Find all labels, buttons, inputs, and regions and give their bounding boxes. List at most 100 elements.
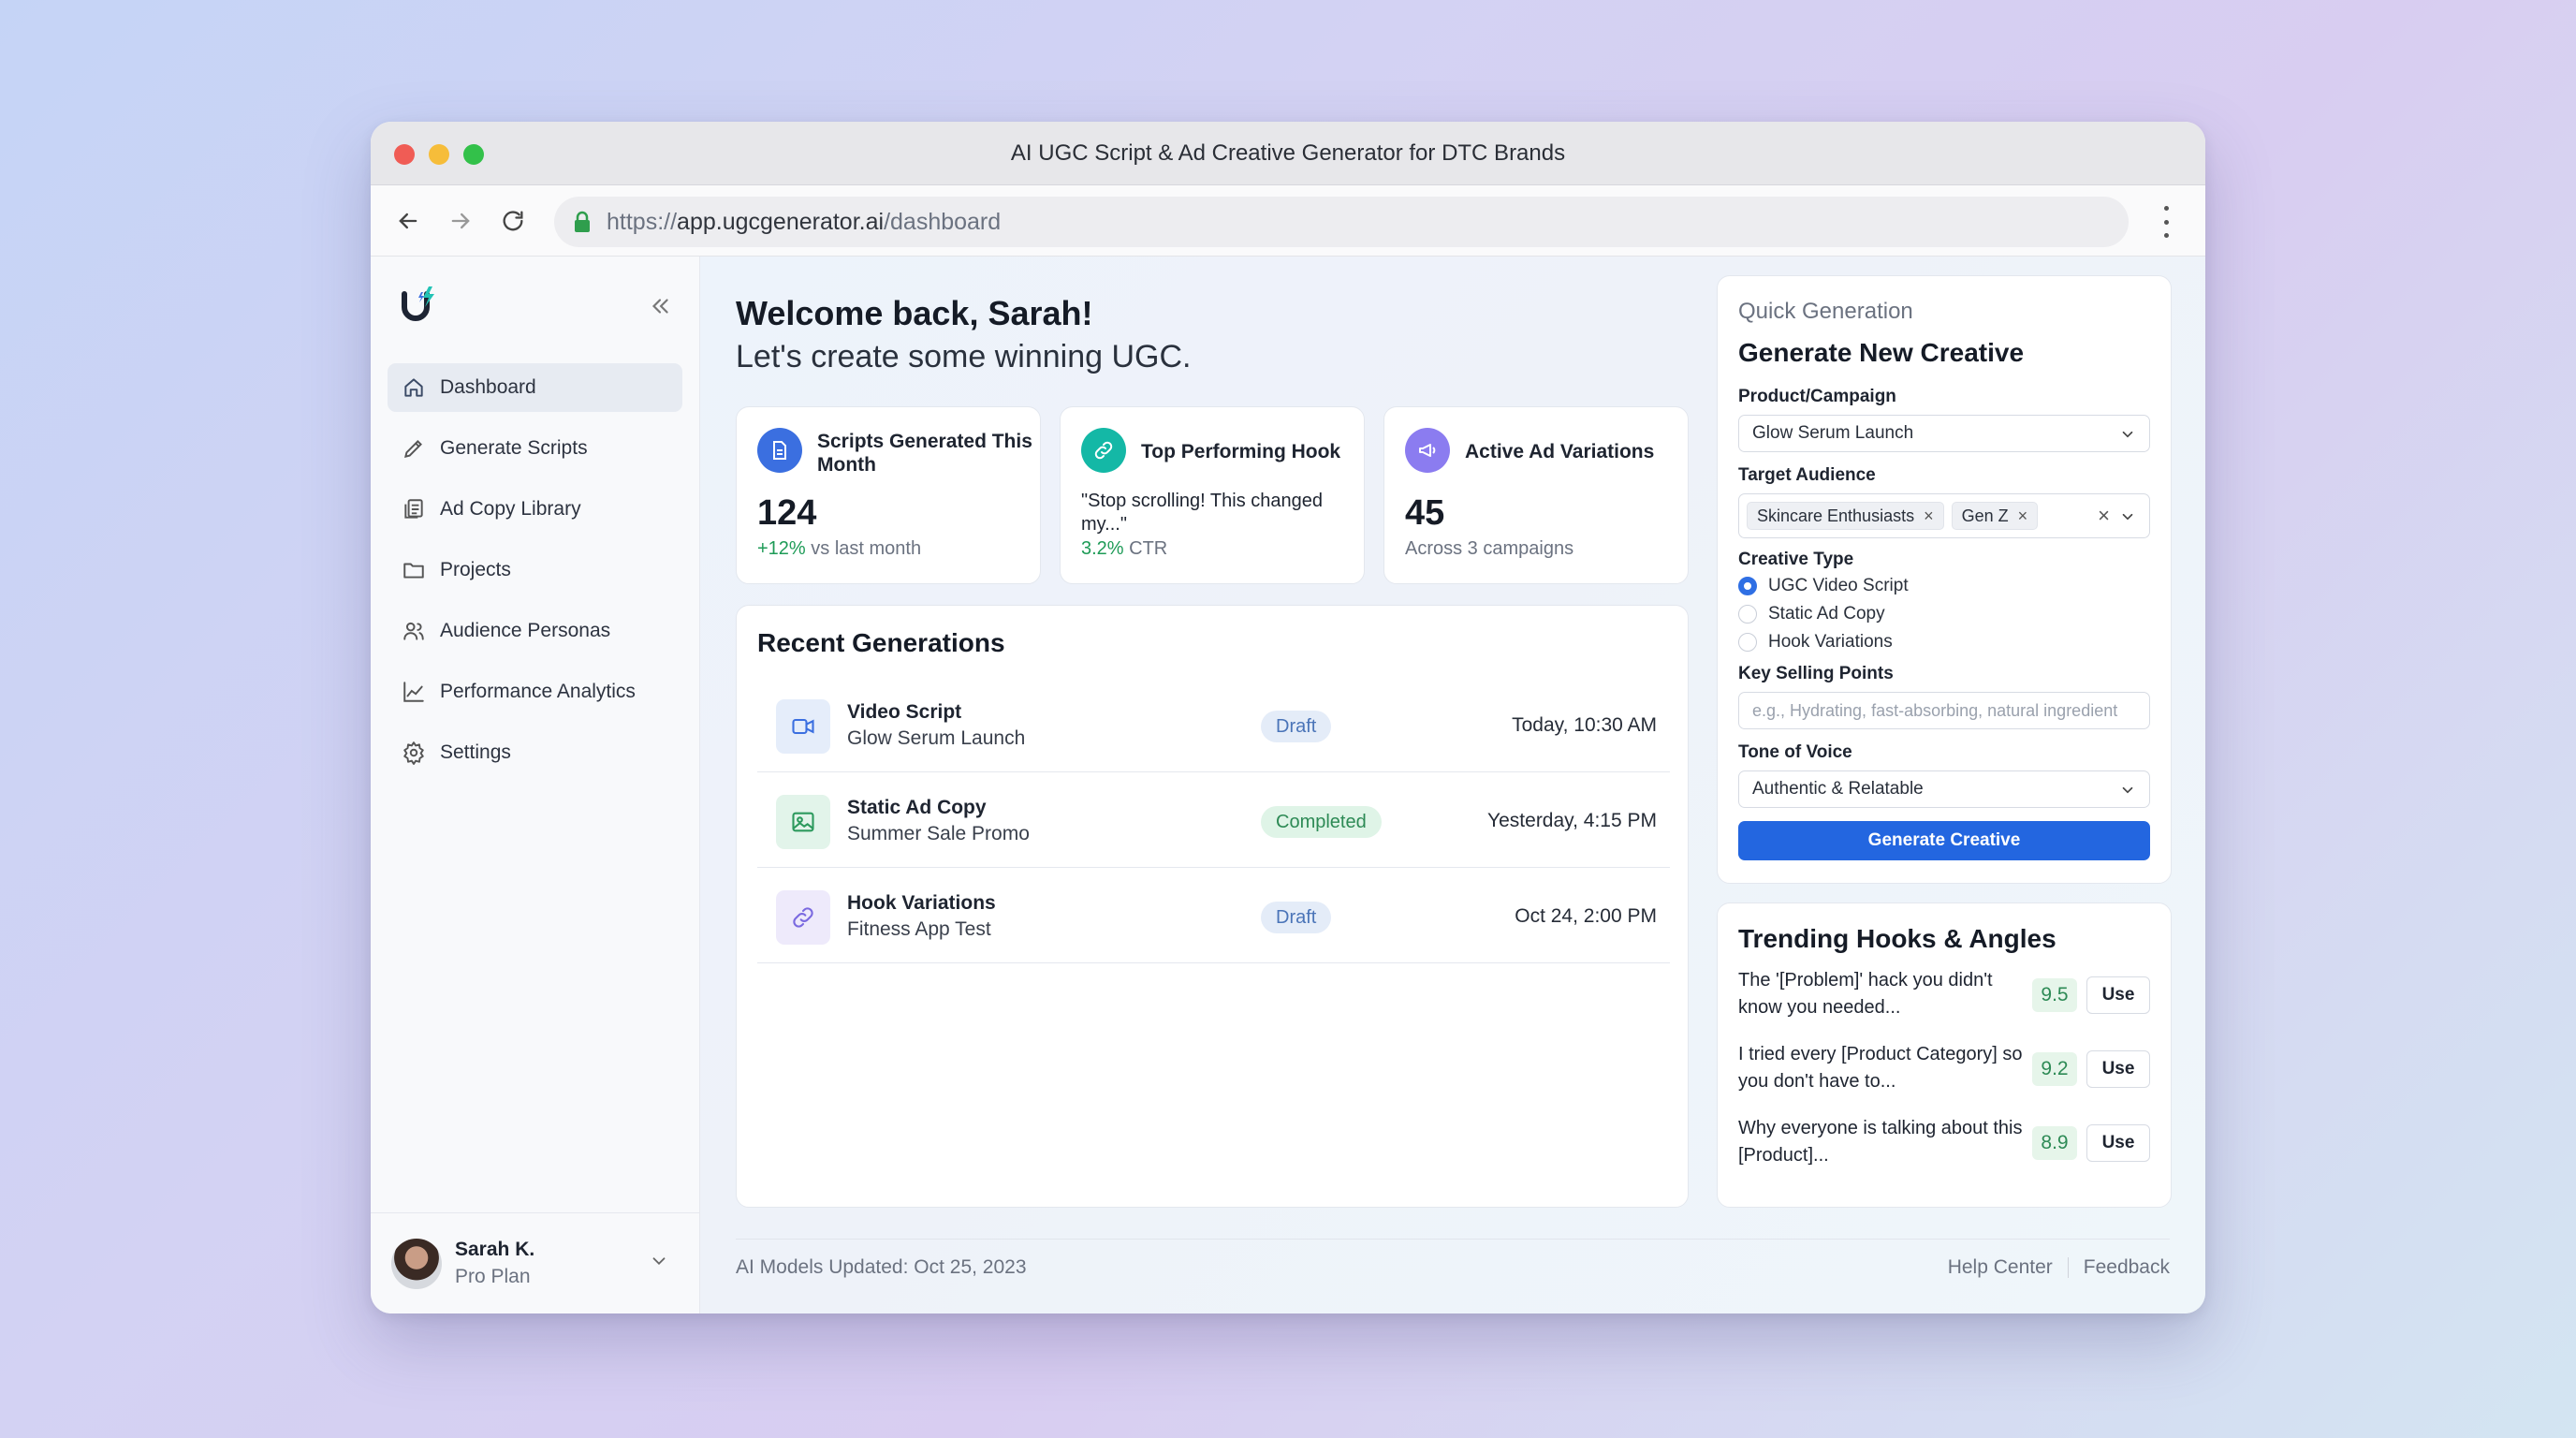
clear-icon[interactable]: ×	[2098, 504, 2110, 528]
sidebar-item-label: Projects	[440, 559, 511, 580]
radio-button[interactable]	[1738, 633, 1757, 652]
product-select[interactable]: Glow Serum Launch	[1738, 415, 2150, 452]
sidebar-item-label: Dashboard	[440, 376, 536, 398]
table-row[interactable]: Hook Variations Fitness App Test Draft O…	[757, 868, 1670, 963]
kebab-dot-icon	[2163, 219, 2169, 225]
radio-button[interactable]	[1738, 605, 1757, 624]
chip-label: Skincare Enthusiasts	[1757, 506, 1915, 525]
url-text: https://app.ugcgenerator.ai/dashboard	[607, 209, 1001, 236]
help-center-link[interactable]: Help Center	[1948, 1256, 2053, 1279]
video-icon	[776, 699, 830, 754]
feedback-link[interactable]: Feedback	[2084, 1256, 2170, 1279]
audience-chip[interactable]: Skincare Enthusiasts ×	[1747, 502, 1944, 530]
stat-title: Top Performing Hook	[1141, 441, 1341, 462]
table-row[interactable]: Video Script Glow Serum Launch Draft Tod…	[757, 677, 1670, 772]
sidebar-item-label: Ad Copy Library	[440, 498, 581, 520]
url-scheme: https://	[607, 208, 678, 235]
address-bar[interactable]: https://app.ugcgenerator.ai/dashboard	[554, 197, 2129, 247]
app-logo-icon	[402, 286, 434, 321]
row-subtitle: Glow Serum Launch	[847, 727, 1026, 749]
sidebar-item-projects[interactable]: Projects	[388, 546, 682, 594]
hook-text: The '[Problem]' hack you didn't know you…	[1738, 970, 1993, 1018]
reload-button[interactable]	[496, 204, 530, 238]
footer-links: Help Center Feedback	[1948, 1256, 2170, 1279]
row-title: Video Script	[847, 701, 962, 723]
sidebar-item-dashboard[interactable]: Dashboard	[388, 363, 682, 412]
stat-change: +12% vs last month	[757, 538, 921, 560]
main-content: Welcome back, Sarah! Let's create some w…	[700, 257, 2205, 1313]
close-icon[interactable]: ×	[2018, 506, 2028, 526]
browser-menu-button[interactable]	[2160, 206, 2172, 238]
recent-title: Recent Generations	[757, 628, 1005, 657]
hook-score: 9.5	[2032, 978, 2077, 1012]
radio-static-ad-copy[interactable]: Static Ad Copy	[1738, 604, 1885, 624]
link-icon	[776, 890, 830, 945]
pencil-icon	[401, 435, 427, 462]
field-label: Product/Campaign	[1738, 387, 1896, 406]
row-title: Static Ad Copy	[847, 797, 987, 818]
sidebar-item-settings[interactable]: Settings	[388, 728, 682, 777]
gear-icon	[401, 740, 427, 766]
welcome-header: Welcome back, Sarah! Let's create some w…	[736, 294, 1191, 375]
footer-divider	[736, 1239, 2170, 1240]
quick-generation-panel: Quick Generation Generate New Creative P…	[1717, 275, 2172, 884]
chevron-down-icon	[2122, 786, 2133, 794]
select-value: Glow Serum Launch	[1752, 423, 1914, 443]
page-subtitle: Let's create some winning UGC.	[736, 339, 1192, 374]
hook-text: I tried every [Product Category] so you …	[1738, 1044, 2023, 1092]
audience-multiselect[interactable]: Skincare Enthusiasts × Gen Z × ×	[1738, 493, 2150, 538]
generate-creative-button[interactable]: Generate Creative	[1738, 821, 2150, 860]
selling-points-input[interactable]: e.g., Hydrating, fast-absorbing, natural…	[1738, 692, 2150, 729]
panel-title: Generate New Creative	[1738, 338, 2025, 367]
reload-icon	[503, 211, 523, 231]
stat-card-scripts[interactable]: Scripts Generated This Month 124 +12% vs…	[736, 406, 1041, 584]
use-hook-button[interactable]: Use	[2086, 976, 2150, 1014]
tone-select[interactable]: Authentic & Relatable	[1738, 770, 2150, 808]
radio-hook-variations[interactable]: Hook Variations	[1738, 632, 1893, 653]
user-plan: Pro Plan	[455, 1266, 531, 1287]
back-button[interactable]	[391, 204, 425, 238]
use-hook-button[interactable]: Use	[2086, 1124, 2150, 1162]
input-placeholder: e.g., Hydrating, fast-absorbing, natural…	[1752, 700, 2118, 720]
row-timestamp: Yesterday, 4:15 PM	[1487, 810, 1657, 831]
sidebar-item-label: Settings	[440, 741, 511, 763]
table-row[interactable]: Static Ad Copy Summer Sale Promo Complet…	[757, 772, 1670, 868]
radio-button[interactable]	[1738, 577, 1757, 595]
sidebar: Dashboard Generate Scripts Ad Copy Libra…	[371, 257, 700, 1313]
close-icon[interactable]: ×	[1924, 506, 1934, 526]
sidebar-item-performance-analytics[interactable]: Performance Analytics	[388, 668, 682, 716]
stat-card-ad-variations[interactable]: Active Ad Variations 45 Across 3 campaig…	[1383, 406, 1689, 584]
sidebar-item-label: Generate Scripts	[440, 437, 588, 459]
list-item: Why everyone is talking about this [Prod…	[1738, 1115, 2150, 1182]
stat-change-suffix: vs last month	[805, 538, 922, 559]
row-subtitle: Fitness App Test	[847, 918, 991, 940]
lock-icon	[575, 211, 590, 232]
forward-button[interactable]	[444, 204, 477, 238]
document-stack-icon	[401, 496, 427, 522]
hooks-title: Trending Hooks & Angles	[1738, 924, 2056, 953]
radio-ugc-video-script[interactable]: UGC Video Script	[1738, 576, 1909, 596]
stat-change-value: +12%	[757, 538, 806, 559]
chevron-down-icon[interactable]	[649, 1251, 669, 1271]
row-timestamp: Today, 10:30 AM	[1512, 714, 1657, 736]
title-bar: AI UGC Script & Ad Creative Generator fo…	[371, 122, 2205, 185]
audience-chip[interactable]: Gen Z ×	[1951, 502, 2039, 530]
status-badge: Draft	[1261, 902, 1332, 933]
sidebar-item-ad-copy-library[interactable]: Ad Copy Library	[388, 485, 682, 534]
stat-title: Scripts Generated This Month	[817, 431, 1032, 476]
sidebar-item-audience-personas[interactable]: Audience Personas	[388, 607, 682, 655]
page-title: Welcome back, Sarah!	[736, 294, 1093, 332]
collapse-sidebar-icon[interactable]	[648, 294, 672, 318]
line-chart-icon	[401, 679, 427, 705]
chevron-down-icon	[2122, 513, 2133, 521]
kebab-dot-icon	[2163, 233, 2169, 238]
stat-card-top-hook[interactable]: Top Performing Hook "Stop scrolling! Thi…	[1060, 406, 1365, 584]
footer-separator	[2067, 1257, 2069, 1278]
document-icon	[757, 428, 802, 473]
url-domain: app.ugcgenerator.ai	[677, 208, 885, 235]
user-menu[interactable]: Sarah K. Pro Plan	[371, 1212, 699, 1313]
arrow-left-icon	[399, 213, 417, 229]
app-body: Dashboard Generate Scripts Ad Copy Libra…	[371, 257, 2205, 1313]
use-hook-button[interactable]: Use	[2086, 1050, 2150, 1088]
sidebar-item-generate-scripts[interactable]: Generate Scripts	[388, 424, 682, 473]
